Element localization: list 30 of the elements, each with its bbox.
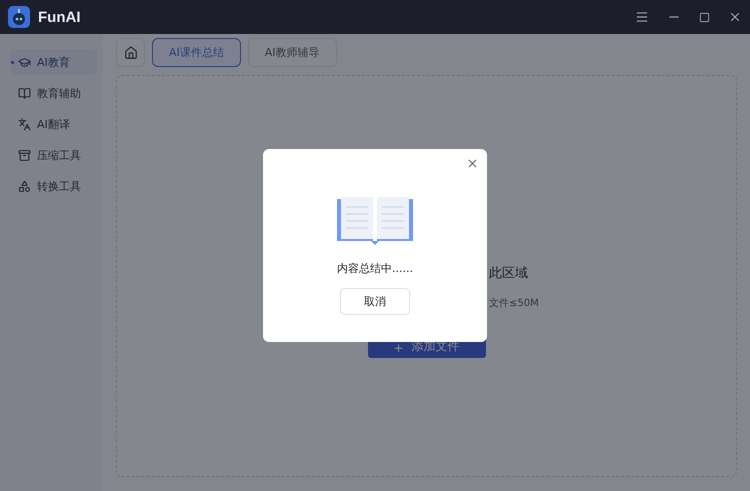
upload-hint: 文件≤50M bbox=[489, 296, 539, 310]
cancel-button[interactable]: 取消 bbox=[340, 288, 410, 315]
close-icon bbox=[466, 157, 479, 170]
open-book-icon bbox=[337, 197, 413, 245]
sidebar-item[interactable]: 压缩工具 bbox=[10, 142, 97, 168]
archive-icon bbox=[18, 148, 31, 162]
close-icon[interactable] bbox=[728, 10, 742, 24]
tab[interactable]: AI课件总结 bbox=[152, 38, 241, 67]
sidebar-item-label: AI教育 bbox=[37, 54, 70, 70]
app-logo-icon bbox=[8, 6, 30, 28]
sidebar-item[interactable]: 教育辅助 bbox=[10, 80, 97, 106]
home-icon bbox=[124, 46, 138, 60]
tab[interactable]: AI教师辅导 bbox=[248, 38, 337, 67]
sidebar-item[interactable]: 转换工具 bbox=[10, 173, 97, 199]
book-icon bbox=[18, 86, 31, 100]
menu-icon[interactable] bbox=[635, 10, 649, 24]
app-title: FunAI bbox=[38, 8, 80, 26]
upload-title: 此区域 bbox=[489, 265, 528, 282]
sidebar-item-label: AI翻译 bbox=[37, 116, 70, 132]
translate-icon bbox=[18, 118, 31, 130]
maximize-icon[interactable] bbox=[699, 12, 710, 22]
sidebar-item[interactable]: AI翻译 bbox=[10, 111, 97, 137]
sidebar-item-label: 转换工具 bbox=[37, 178, 81, 194]
graduation-cap-icon bbox=[18, 56, 31, 68]
sidebar-item-label: 教育辅助 bbox=[37, 86, 81, 100]
shapes-icon bbox=[18, 180, 31, 192]
sidebar-item[interactable]: AI教育 bbox=[10, 49, 97, 75]
home-button[interactable] bbox=[116, 38, 145, 67]
sidebar-item-label: 压缩工具 bbox=[37, 148, 81, 162]
dialog-message: 内容总结中...... bbox=[337, 261, 413, 276]
